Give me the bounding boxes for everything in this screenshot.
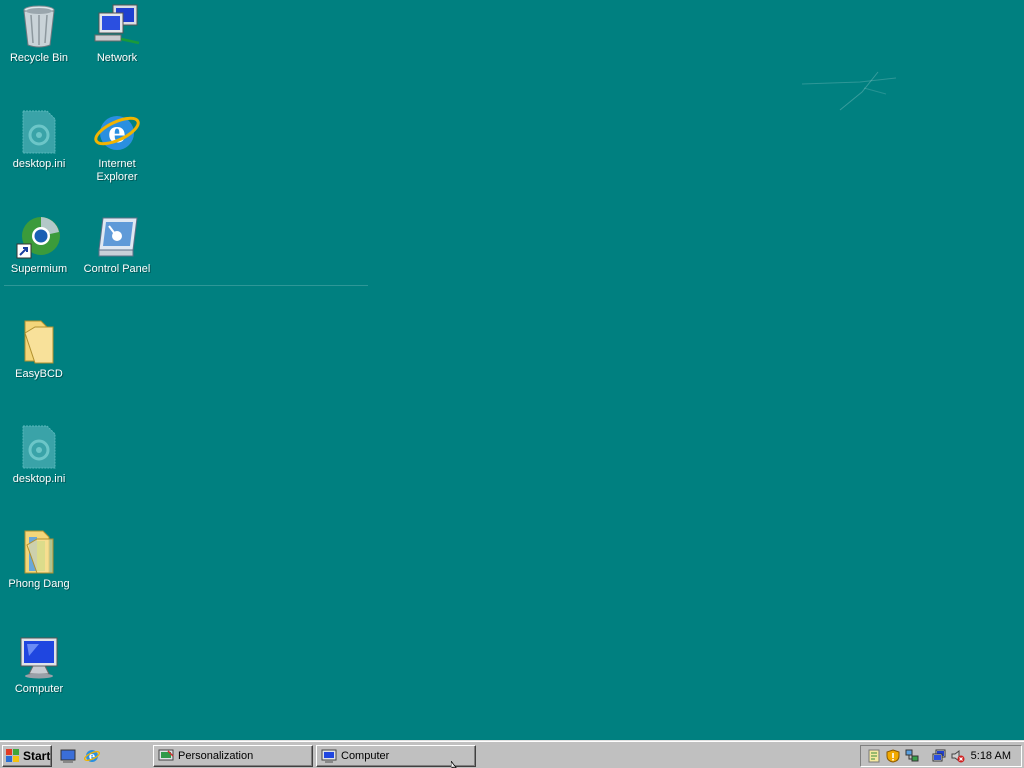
internet-explorer-icon: e — [84, 750, 100, 763]
icon-label: Network — [96, 52, 138, 64]
start-button[interactable]: Start — [2, 745, 52, 767]
desktop-icon-network[interactable]: Network — [78, 2, 156, 65]
folder-icon — [15, 318, 63, 366]
computer-icon — [321, 749, 337, 763]
icon-label: Computer — [14, 683, 64, 695]
icon-label: Control Panel — [83, 263, 151, 275]
mouse-cursor-icon — [450, 759, 461, 768]
computer-icon — [15, 633, 63, 681]
desktop-icon-recycle-bin[interactable]: Recycle Bin — [0, 2, 78, 65]
desktop-icon-desktop-ini-2[interactable]: desktop.ini — [0, 423, 78, 486]
start-label: Start — [23, 749, 51, 763]
desktop-icon-supermium[interactable]: Supermium — [0, 213, 78, 276]
icon-label: Recycle Bin — [9, 52, 69, 64]
taskbar-clock[interactable]: 5:18 AM — [971, 750, 1011, 762]
system-tray: 5:18 AM — [860, 745, 1022, 767]
icon-label: Internet Explorer — [96, 158, 138, 183]
wallpaper-sparkle — [800, 66, 900, 119]
desktop-icon-computer[interactable]: Computer — [0, 633, 78, 696]
taskbar-button-label: Personalization — [178, 750, 254, 762]
desktop-icon-easybcd[interactable]: EasyBCD — [0, 318, 78, 381]
taskbar-button-personalization[interactable]: Personalization — [153, 745, 313, 767]
icon-label: EasyBCD — [15, 368, 63, 380]
icon-label: Supermium — [10, 263, 68, 275]
desktop[interactable]: Recycle Bin Network desktop.ini e Intern… — [0, 0, 1024, 740]
settings-file-icon — [15, 423, 63, 471]
desktop-icon-internet-explorer[interactable]: e Internet Explorer — [78, 108, 156, 184]
supermium-browser-icon — [15, 213, 63, 261]
quick-launch-show-desktop[interactable] — [59, 747, 77, 765]
desktop-icon-phong-dang[interactable]: Phong Dang — [0, 528, 78, 591]
windows-logo-icon — [6, 749, 19, 762]
icon-label: desktop.ini — [12, 473, 66, 485]
user-folder-icon — [15, 528, 63, 576]
settings-file-icon — [15, 108, 63, 156]
volume-muted-icon[interactable] — [949, 748, 966, 765]
quick-launch-internet-explorer[interactable]: e — [83, 747, 101, 765]
network-connections-icon[interactable] — [930, 748, 947, 765]
taskbar-button-label: Computer — [341, 750, 390, 762]
notes-icon[interactable] — [865, 748, 882, 765]
wallpaper-line — [4, 285, 368, 286]
network-status-icon[interactable] — [903, 748, 920, 765]
desktop-icon-desktop-ini[interactable]: desktop.ini — [0, 108, 78, 171]
icon-label: desktop.ini — [12, 158, 66, 170]
security-alert-icon[interactable] — [884, 748, 901, 765]
personalization-icon — [158, 749, 174, 761]
taskbar: Start e Personalization Computer 5:18 AM — [0, 740, 1024, 768]
desktop-icon-control-panel[interactable]: Control Panel — [78, 213, 156, 276]
control-panel-icon — [93, 213, 141, 261]
icon-label: Phong Dang — [8, 578, 70, 590]
network-icon — [93, 2, 141, 50]
internet-explorer-icon: e — [93, 108, 141, 156]
recycle-bin-icon — [15, 2, 63, 50]
show-desktop-icon — [60, 749, 76, 763]
